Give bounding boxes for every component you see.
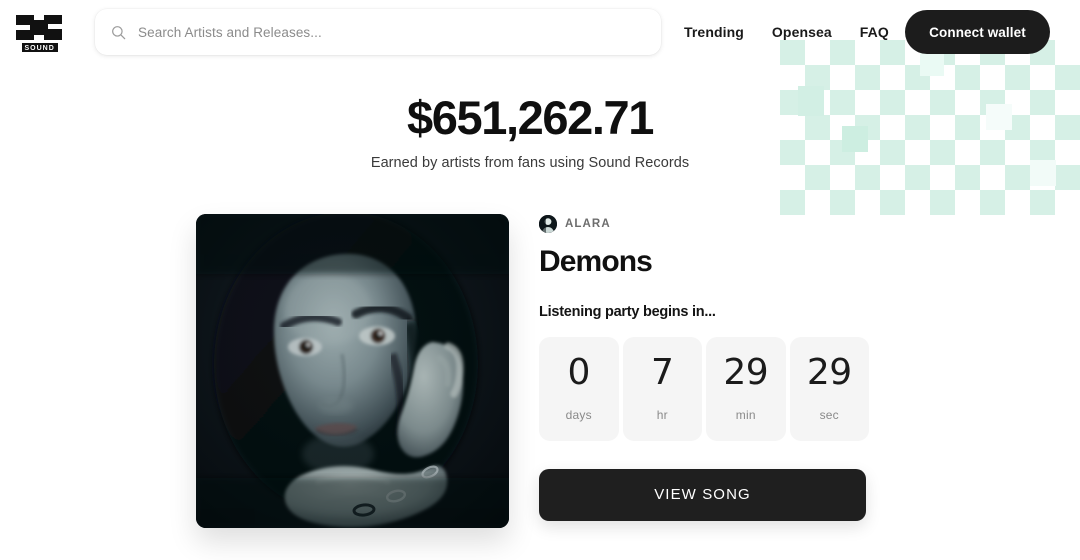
- countdown-timer: 0 days 7 hr 29 min 29 sec: [539, 336, 869, 441]
- search-box[interactable]: [95, 9, 661, 55]
- countdown-unit-hours: hr: [656, 408, 668, 422]
- countdown-unit-seconds: sec: [819, 408, 839, 422]
- connect-wallet-button[interactable]: Connect wallet: [905, 10, 1050, 54]
- view-song-button[interactable]: VIEW SONG: [539, 468, 866, 521]
- nav-link-opensea[interactable]: Opensea: [772, 24, 832, 40]
- countdown-value-days: 0: [567, 352, 591, 393]
- countdown-value-hours: 7: [651, 352, 674, 393]
- nav-link-faq[interactable]: FAQ: [860, 24, 889, 40]
- countdown-unit-days: days: [565, 408, 592, 422]
- release-details: ALARA Demons Listening party begins in..…: [539, 214, 869, 521]
- countdown-cell-seconds: 29 sec: [789, 336, 869, 441]
- search-input[interactable]: [138, 24, 645, 40]
- countdown-value-minutes: 29: [723, 352, 769, 393]
- primary-nav: Trending Opensea FAQ: [684, 0, 889, 64]
- countdown-value-seconds: 29: [806, 352, 852, 393]
- earnings-caption: Earned by artists from fans using Sound …: [370, 154, 690, 171]
- artist-avatar: [539, 215, 557, 233]
- nav-link-trending[interactable]: Trending: [684, 24, 744, 40]
- artist-name: ALARA: [565, 218, 611, 230]
- earnings-hero: $651,262.71 Earned by artists from fans …: [0, 91, 1060, 171]
- search-icon: [112, 25, 126, 39]
- countdown-label: Listening party begins in...: [539, 303, 716, 320]
- sound-logo[interactable]: SOUND: [12, 9, 68, 55]
- artist-link[interactable]: ALARA: [539, 214, 611, 234]
- countdown-cell-days: 0 days: [539, 336, 619, 441]
- countdown-unit-minutes: min: [735, 408, 756, 422]
- countdown-cell-minutes: 29 min: [706, 336, 786, 441]
- svg-text:SOUND: SOUND: [25, 45, 55, 52]
- earnings-amount: $651,262.71: [407, 91, 654, 144]
- countdown-cell-hours: 7 hr: [622, 336, 702, 441]
- release-artwork[interactable]: [196, 214, 509, 528]
- song-title: Demons: [539, 245, 653, 278]
- site-header: SOUND Trending Opensea FAQ Connect walle…: [0, 0, 1080, 64]
